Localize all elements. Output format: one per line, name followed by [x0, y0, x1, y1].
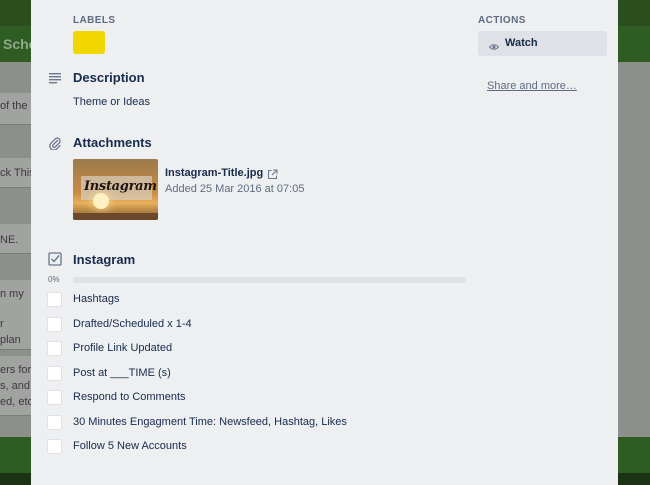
- attachments-heading: Attachments: [73, 135, 152, 150]
- description-heading: Description: [73, 70, 145, 85]
- thumbnail-bottom-band: [73, 213, 158, 220]
- labels-heading: LABELS: [73, 15, 116, 26]
- label-yellow[interactable]: [73, 31, 105, 54]
- watch-button-label: Watch: [505, 37, 538, 49]
- checklist-progress-percent: 0%: [48, 275, 60, 284]
- checkbox-icon: [48, 252, 62, 266]
- checklist-item[interactable]: Follow 5 New Accounts: [47, 438, 447, 456]
- attachment-added-date: Added 25 Mar 2016 at 07:05: [165, 183, 305, 195]
- checklist-item-checkbox[interactable]: [47, 292, 62, 307]
- thumbnail-text: Instagram: [84, 179, 157, 194]
- checklist-item-label[interactable]: Post at ___TIME (s): [73, 367, 171, 379]
- checklist-item-label[interactable]: Profile Link Updated: [73, 342, 172, 354]
- checklist-progress-bar: [73, 277, 466, 283]
- checklist-item-label[interactable]: Drafted/Scheduled x 1-4: [73, 318, 192, 330]
- checklist-item-checkbox[interactable]: [47, 415, 62, 430]
- checklist-item-label[interactable]: Respond to Comments: [73, 391, 186, 403]
- checklist-item-checkbox[interactable]: [47, 341, 62, 356]
- share-and-more-link[interactable]: Share and more…: [487, 80, 577, 92]
- checklist-item-label[interactable]: 30 Minutes Engagment Time: Newsfeed, Has…: [73, 416, 347, 428]
- board-card[interactable]: ck This: [0, 158, 35, 188]
- checklist-item-checkbox[interactable]: [47, 390, 62, 405]
- thumbnail-sun: [93, 193, 109, 209]
- checklist-item-checkbox[interactable]: [47, 317, 62, 332]
- board-card[interactable]: NE.: [0, 224, 34, 254]
- checklist-title[interactable]: Instagram: [73, 252, 135, 267]
- checklist-item-checkbox[interactable]: [47, 439, 62, 454]
- checklist-item[interactable]: Post at ___TIME (s): [47, 365, 447, 383]
- checklist-item[interactable]: Drafted/Scheduled x 1-4: [47, 316, 447, 334]
- eye-icon: [488, 39, 500, 50]
- board-card[interactable]: n my r plan: [0, 280, 34, 350]
- checklist-item[interactable]: Profile Link Updated: [47, 340, 447, 358]
- attachment-name[interactable]: Instagram-Title.jpg: [165, 167, 263, 179]
- board-list-right: [614, 62, 650, 472]
- text-lines-icon: [48, 71, 62, 85]
- external-link-icon[interactable]: [267, 167, 278, 179]
- card-detail-modal: LABELS Description Theme or Ideas Attach…: [31, 0, 618, 485]
- watch-button[interactable]: Watch: [478, 31, 607, 56]
- attachment-thumbnail[interactable]: Instagram: [73, 159, 158, 220]
- actions-heading: ACTIONS: [478, 15, 526, 26]
- checklist-item-checkbox[interactable]: [47, 366, 62, 381]
- description-text[interactable]: Theme or Ideas: [73, 96, 150, 108]
- checklist-item-label[interactable]: Follow 5 New Accounts: [73, 440, 187, 452]
- checklist-item[interactable]: Hashtags: [47, 291, 447, 309]
- checklist-item[interactable]: Respond to Comments: [47, 389, 447, 407]
- board-card[interactable]: ers for s, and ed, etc.: [0, 356, 36, 416]
- paperclip-icon: [48, 136, 62, 150]
- board-card[interactable]: of the: [0, 93, 34, 125]
- checklist-item-label[interactable]: Hashtags: [73, 293, 119, 305]
- checklist-item[interactable]: 30 Minutes Engagment Time: Newsfeed, Has…: [47, 414, 447, 432]
